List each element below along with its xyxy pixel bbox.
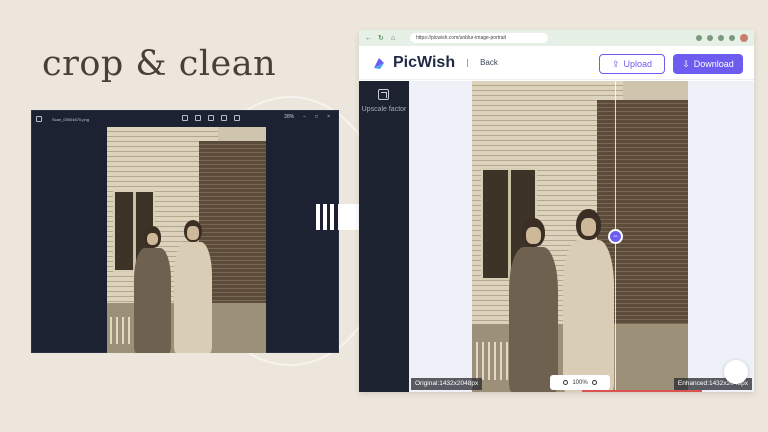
compare-slider-handle[interactable]: ⇔ [608,229,623,244]
minimize-icon[interactable]: – [303,114,306,120]
extension-icon[interactable] [696,35,702,41]
picwish-logo-icon [374,57,384,69]
divider [467,58,469,67]
download-button[interactable]: ⇩ Download [673,54,743,74]
viewer-filename: Scan_00004670.png [52,116,89,122]
download-icon: ⇩ [682,58,690,69]
viewer-toolbar [182,115,240,121]
back-arrow-icon[interactable]: ← [365,35,372,42]
home-icon[interactable]: ⌂ [391,35,398,42]
person-left [132,226,172,353]
brand-name: PicWish [393,53,456,71]
address-bar[interactable]: https://picwish.com/unblur-image-portrai… [410,33,548,43]
zoom-in-icon[interactable] [591,380,597,385]
delete-icon[interactable] [208,115,214,121]
compare-photo [472,81,688,392]
progress-line [582,390,702,392]
back-link[interactable]: Back [480,58,498,67]
zoom-level: 100% [572,379,588,386]
original-size-label: Original:1432x2048px [411,378,483,390]
heart-icon[interactable] [221,115,227,121]
viewer-zoom-level: 28% [284,114,295,120]
person-left [507,217,561,392]
zoom-out-icon[interactable] [563,380,569,385]
assistant-button[interactable] [724,360,748,384]
extensions [696,34,748,42]
app-header: PicWish Back ⇪ Upload ⇩ Download [359,46,754,80]
sidebar: Upscale factor [359,81,409,392]
maximize-icon[interactable]: □ [315,114,318,120]
viewer-window-controls: 28% – □ × [284,114,330,120]
extension-icon[interactable] [729,35,735,41]
browser-toolbar: ← ↻ ⌂ https://picwish.com/unblur-image-p… [359,30,754,46]
upscale-icon[interactable] [378,89,389,100]
preview-canvas: ⇔ Original:1432x2048px 100% Enhanced:143… [409,81,754,392]
upload-icon: ⇪ [611,58,620,69]
reload-icon[interactable]: ↻ [378,35,385,42]
close-icon[interactable]: × [327,114,330,120]
crop-icon[interactable] [195,115,201,121]
browser-window: ← ↻ ⌂ https://picwish.com/unblur-image-p… [359,30,754,392]
photo-viewer-window: Scan_00004670.png 28% – □ × [31,110,339,353]
zoom-controls: 100% [550,375,610,390]
sidebar-item-upscale[interactable]: Upscale factor [359,105,409,114]
headline: crop & clean [42,44,277,84]
person-right [172,219,213,353]
viewer-photo [107,127,266,353]
upload-button[interactable]: ⇪ Upload [599,54,665,74]
rotate-icon[interactable] [234,115,240,121]
extension-icon[interactable] [718,35,724,41]
profile-avatar[interactable] [740,34,748,42]
extension-icon[interactable] [707,35,713,41]
app-icon [36,116,42,122]
edit-icon[interactable] [182,115,188,121]
